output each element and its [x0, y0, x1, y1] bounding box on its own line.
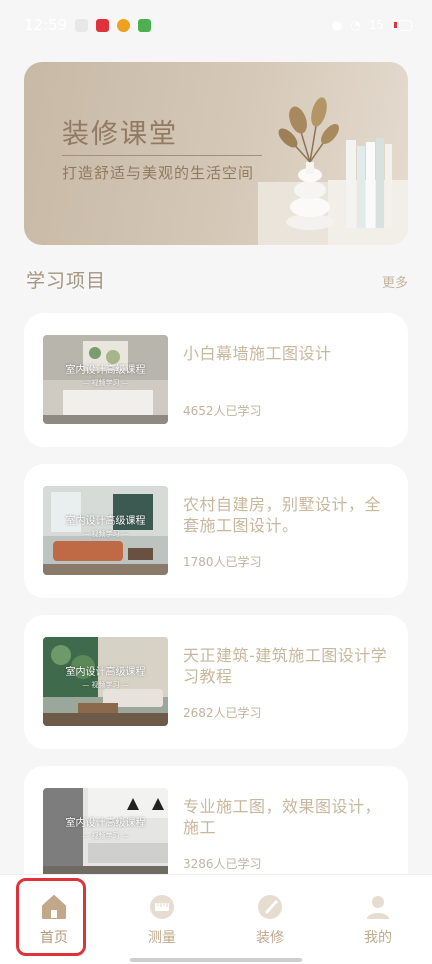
- learner-count: 1780人已学习: [183, 555, 262, 569]
- course-card[interactable]: 室内设计高级课程 — 视频学习 — 农村自建房，别墅设计，全套施工图设计。 17…: [24, 464, 408, 598]
- course-title: 小白幕墙施工图设计: [183, 344, 332, 363]
- section-title: 学习项目: [26, 270, 107, 292]
- course-thumbnail: 室内设计高级课程 — 视频学习 —: [43, 788, 168, 877]
- nav-item-profile[interactable]: 我的: [324, 875, 432, 964]
- course-thumbnail: 室内设计高级课程 — 视频学习 —: [43, 335, 168, 424]
- status-bar: 12:59 ● ◔ 15: [0, 0, 432, 50]
- thumbnail-title: 室内设计高级课程: [65, 365, 146, 376]
- thumbnail-subtitle: — 视频学习 —: [82, 681, 129, 689]
- thumbnail-caption: 室内设计高级课程 — 视频学习 —: [43, 365, 168, 389]
- thumbnail-title: 室内设计高级课程: [65, 818, 146, 829]
- banner-title: 装修课堂: [62, 119, 178, 150]
- banner-subtitle: 打造舒适与美观的生活空间: [62, 164, 255, 182]
- course-title: 专业施工图，效果图设计，施工: [183, 797, 382, 837]
- nav-item-measure[interactable]: 测量: [108, 875, 216, 964]
- status-time: 12:59: [24, 16, 68, 34]
- course-title: 天正建筑-建筑施工图设计学习教程: [183, 646, 388, 686]
- measure-icon: [150, 895, 174, 919]
- thumbnail-title: 室内设计高级课程: [65, 516, 146, 527]
- hero-banner[interactable]: 装修课堂 打造舒适与美观的生活空间: [24, 62, 408, 245]
- thumbnail-subtitle: — 视频学习 —: [82, 832, 129, 840]
- app-badge-icon: [138, 18, 152, 32]
- learner-count: 4652人已学习: [183, 404, 262, 418]
- course-thumbnail: 室内设计高级课程 — 视频学习 —: [43, 637, 168, 726]
- status-left: 12:59: [24, 16, 152, 34]
- wifi-icon: ◔: [350, 18, 361, 32]
- nav-item-decor[interactable]: 装修: [216, 875, 324, 964]
- status-right: ● ◔ 15: [332, 18, 412, 32]
- course-title: 农村自建房，别墅设计，全套施工图设计。: [183, 495, 382, 535]
- nav-label: 我的: [364, 930, 392, 946]
- vase-books-illustration: [258, 97, 408, 245]
- thumbnail-caption: 室内设计高级课程 — 视频学习 —: [43, 667, 168, 691]
- active-tab-highlight: [16, 878, 86, 956]
- course-card[interactable]: 室内设计高级课程 — 视频学习 — 小白幕墙施工图设计 4652人已学习: [24, 313, 408, 447]
- thumbnail-subtitle: — 视频学习 —: [82, 379, 129, 387]
- signal-icon: ●: [331, 18, 343, 32]
- gesture-bar[interactable]: [130, 958, 302, 962]
- thumbnail-caption: 室内设计高级课程 — 视频学习 —: [43, 818, 168, 842]
- thumbnail-caption: 室内设计高级课程 — 视频学习 —: [43, 516, 168, 540]
- notification-icon: [75, 18, 89, 32]
- banner-divider: [62, 155, 262, 156]
- battery-percent: 15: [368, 18, 384, 32]
- battery-icon: [392, 19, 412, 31]
- more-link[interactable]: 更多: [382, 272, 408, 291]
- app-notification-icon: [96, 18, 110, 32]
- user-icon: [367, 896, 389, 919]
- learner-count: 2682人已学习: [183, 706, 262, 720]
- learner-count: 3286人已学习: [183, 857, 262, 871]
- nav-label: 装修: [256, 930, 284, 946]
- course-thumbnail: 室内设计高级课程 — 视频学习 —: [43, 486, 168, 575]
- thumbnail-subtitle: — 视频学习 —: [82, 530, 129, 538]
- thumbnail-title: 室内设计高级课程: [65, 667, 146, 678]
- weibo-icon: [117, 18, 131, 32]
- brush-icon: [258, 895, 282, 919]
- course-card[interactable]: 室内设计高级课程 — 视频学习 — 天正建筑-建筑施工图设计学习教程 2682人…: [24, 615, 408, 749]
- nav-label: 测量: [148, 930, 176, 946]
